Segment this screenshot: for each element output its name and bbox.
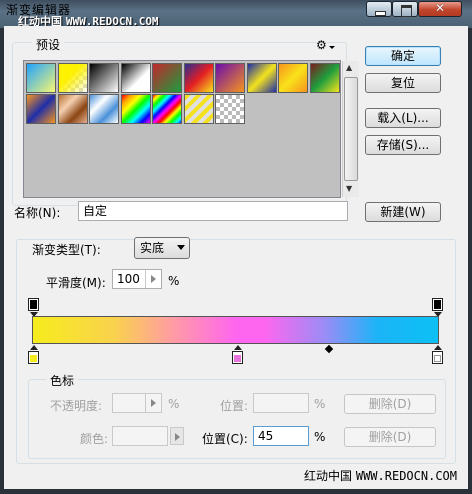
smoothness-unit: %	[168, 274, 180, 288]
preset-swatch-12[interactable]	[57, 94, 88, 124]
color-picker-arrow[interactable]	[170, 427, 184, 445]
gradient-preview-bar[interactable]	[32, 316, 439, 344]
smoothness-spin[interactable]	[145, 270, 161, 288]
smoothness-label: 平滑度(M):	[46, 276, 106, 290]
preset-scrollbar[interactable]: ▲ ▼	[342, 61, 359, 197]
color-location-unit: %	[314, 430, 326, 444]
reset-button[interactable]: 复位	[365, 73, 441, 93]
preset-swatch-6[interactable]	[183, 63, 214, 93]
opacity-stop-right[interactable]	[432, 298, 443, 317]
preset-swatch-8[interactable]	[246, 63, 277, 93]
watermark-bottom: 红动中国 WWW.REDOCN.COM	[304, 467, 457, 484]
save-button[interactable]: 存储(S)...	[365, 135, 441, 155]
watermark-bottom-url: WWW.REDOCN.COM	[355, 469, 457, 483]
color-location-input[interactable]: 45	[253, 426, 309, 446]
preset-grid: ▲ ▼	[23, 60, 359, 198]
preset-swatch-5[interactable]	[152, 63, 182, 93]
gradient-type-value: 实底	[140, 241, 165, 255]
preset-swatch-3[interactable]	[89, 63, 119, 93]
color-stops-legend: 色标	[46, 372, 79, 389]
name-field[interactable]: 自定	[78, 201, 348, 221]
minimize-button[interactable]	[366, 1, 392, 17]
preset-swatch-17[interactable]	[215, 94, 245, 124]
dialog-client-area: 预设 ⚙ ▲ ▼ 确定 复位 载入(L)... 存储(S)... 名称(N): …	[4, 26, 468, 489]
preset-swatch-14[interactable]	[120, 94, 151, 124]
gear-icon[interactable]: ⚙	[316, 38, 327, 52]
scroll-down-icon[interactable]: ▼	[346, 184, 352, 193]
gradient-type-label: 渐变类型(T):	[28, 241, 105, 258]
gradient-type-select[interactable]: 实底	[134, 237, 190, 259]
opacity-delete-button[interactable]: 删除(D)	[344, 394, 436, 414]
scroll-up-icon[interactable]: ▲	[346, 63, 352, 72]
preset-swatch-1[interactable]	[26, 63, 56, 93]
color-delete-button[interactable]: 删除(D)	[344, 427, 436, 447]
preset-swatch-11[interactable]	[26, 94, 56, 124]
color-stop-left[interactable]	[28, 345, 39, 364]
color-stops-group	[28, 379, 446, 459]
close-button[interactable]	[418, 1, 462, 17]
chevron-right-icon	[175, 433, 180, 441]
load-button[interactable]: 载入(L)...	[365, 108, 441, 128]
preset-swatch-2[interactable]	[57, 63, 88, 93]
preset-swatch-15[interactable]	[152, 94, 182, 124]
opacity-unit: %	[168, 397, 180, 411]
preset-swatch-9[interactable]	[278, 63, 308, 93]
color-stop-right-fill	[434, 355, 441, 362]
color-stop-left-fill	[30, 355, 37, 362]
chevron-right-icon	[151, 275, 156, 283]
color-label: 颜色:	[80, 432, 109, 446]
opacity-location-unit: %	[314, 397, 326, 411]
title-bar[interactable]: 渐变编辑器 红动中国 WWW.REDOCN.COM	[0, 0, 472, 28]
new-button[interactable]: 新建(W)	[365, 202, 441, 222]
color-location-label: 位置(C):	[202, 432, 248, 446]
opacity-spin[interactable]	[145, 394, 161, 412]
opacity-stop-left-fill	[30, 300, 37, 309]
opacity-label: 不透明度:	[50, 399, 103, 413]
preset-swatch-4[interactable]	[120, 63, 151, 93]
maximize-button[interactable]	[392, 1, 418, 17]
gradient-editor-window: 渐变编辑器 红动中国 WWW.REDOCN.COM 预设 ⚙ ▲ ▼ 确定 复位…	[0, 0, 472, 494]
preset-swatch-16[interactable]	[183, 94, 214, 124]
chevron-down-icon	[177, 245, 185, 250]
opacity-location-input[interactable]	[253, 393, 309, 413]
ok-button[interactable]: 确定	[365, 46, 441, 66]
opacity-input[interactable]	[112, 393, 162, 413]
color-swatch[interactable]	[112, 426, 168, 446]
opacity-location-label: 位置:	[220, 399, 249, 413]
preset-swatch-10[interactable]	[309, 63, 340, 93]
opacity-stop-left[interactable]	[28, 298, 39, 317]
color-stop-right[interactable]	[432, 345, 443, 364]
preset-swatch-7[interactable]	[215, 63, 245, 93]
watermark-bottom-cn: 红动中国	[304, 469, 353, 483]
opacity-stop-right-fill	[434, 300, 441, 309]
chevron-right-icon	[151, 399, 156, 407]
name-label: 名称(N):	[14, 206, 61, 220]
chevron-down-icon	[329, 46, 335, 49]
presets-legend: 预设	[32, 36, 65, 53]
preset-swatch-13[interactable]	[89, 94, 119, 124]
scroll-thumb[interactable]	[344, 77, 358, 181]
smoothness-input[interactable]: 100	[112, 269, 162, 289]
color-stop-middle[interactable]	[232, 345, 243, 364]
color-stop-middle-fill	[234, 355, 241, 362]
smoothness-value: 100	[117, 272, 140, 286]
